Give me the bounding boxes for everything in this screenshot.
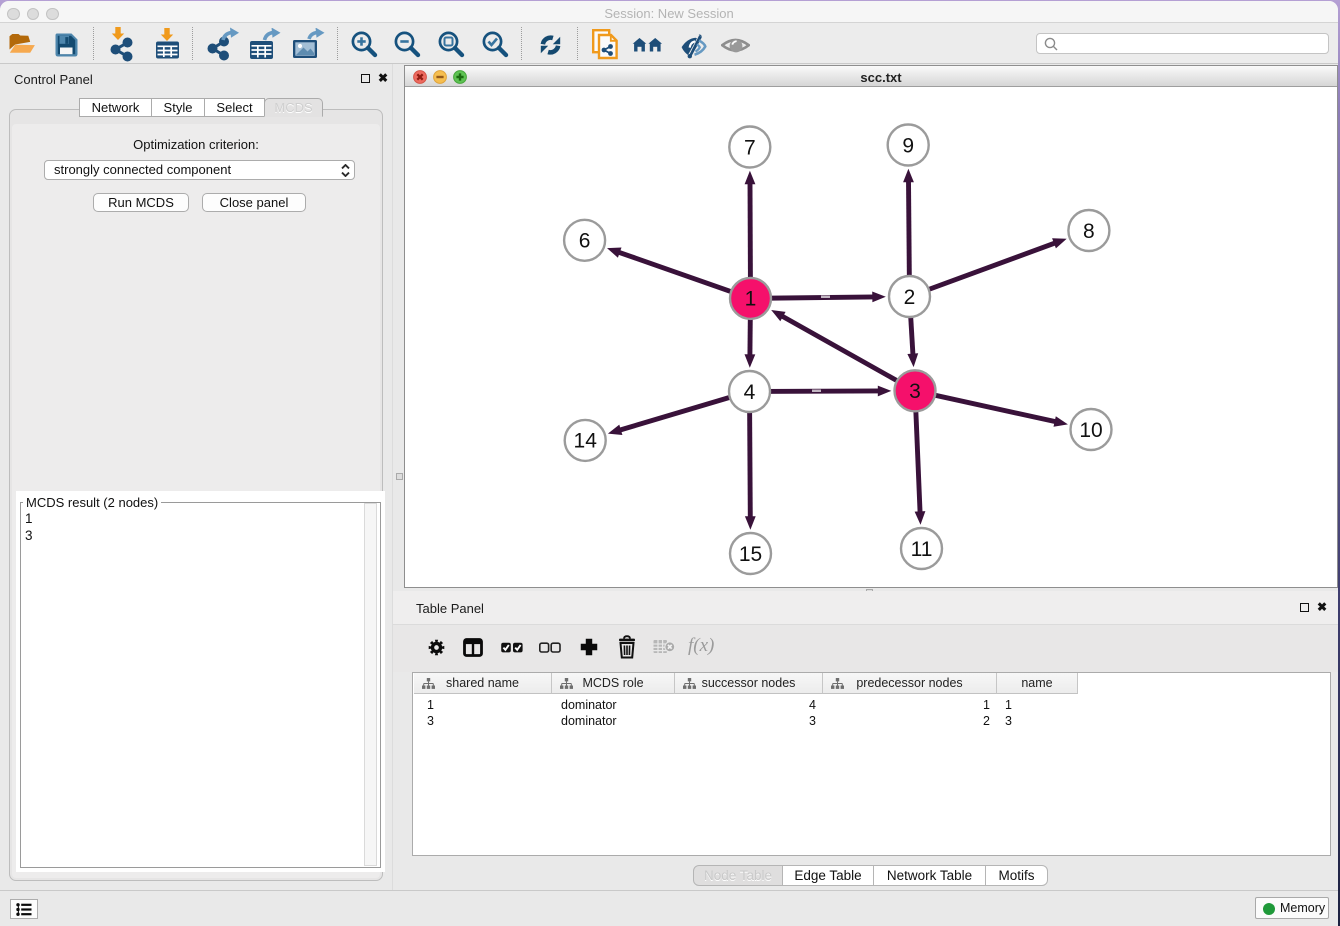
svg-text:3: 3: [909, 380, 921, 403]
svg-text:11: 11: [911, 538, 933, 561]
svg-text:10: 10: [1079, 419, 1102, 442]
svg-text:8: 8: [1083, 220, 1095, 243]
svg-text:1: 1: [745, 288, 757, 311]
svg-text:7: 7: [744, 136, 756, 159]
svg-text:15: 15: [739, 543, 762, 566]
svg-text:2: 2: [904, 286, 916, 309]
svg-text:9: 9: [902, 134, 914, 157]
svg-text:4: 4: [744, 381, 756, 404]
svg-text:6: 6: [579, 230, 591, 253]
svg-text:14: 14: [574, 430, 598, 453]
